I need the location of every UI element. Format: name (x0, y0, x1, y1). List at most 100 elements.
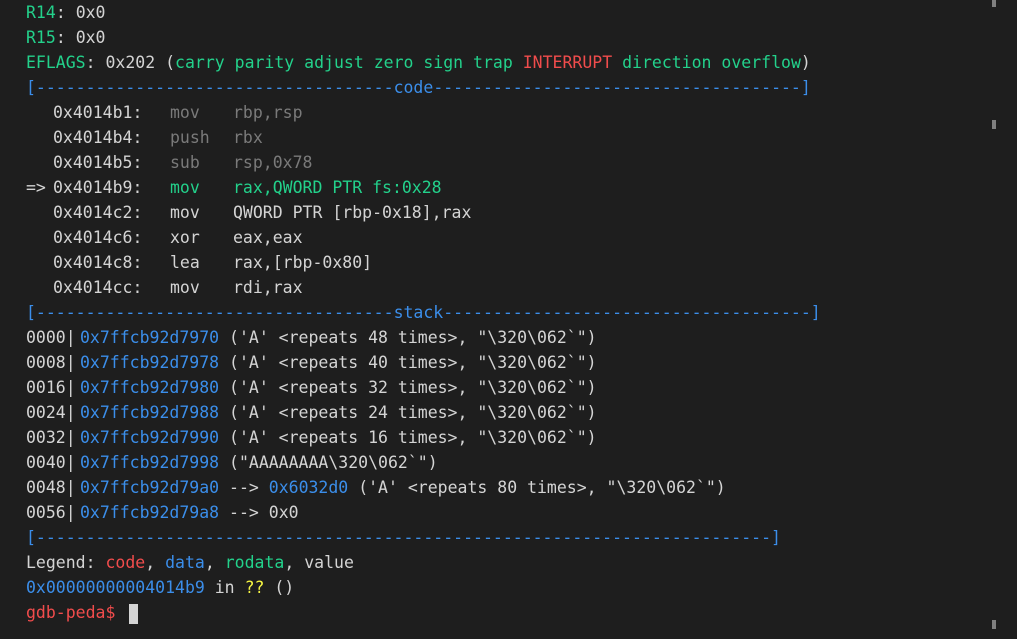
stack-offset: 0056| (26, 503, 76, 522)
legend-sep: , (284, 553, 305, 572)
stack-value: ('A' <repeats 48 times>, "\320\062`") (229, 328, 597, 347)
instruction-address: 0x4014c8: (53, 253, 143, 272)
code-line: 0x4014c2: mov QWORD PTR [rbp-0x18],rax (26, 200, 986, 225)
section-title: code (393, 78, 434, 97)
text-cursor[interactable] (129, 603, 139, 624)
register-line-eflags: EFLAGS: 0x202 (carry parity adjust zero … (26, 50, 986, 75)
stack-offset: 0040| (26, 453, 76, 472)
prompt-line[interactable]: gdb-peda$ (26, 600, 986, 625)
stack-address: 0x7ffcb92d7998 (80, 453, 220, 472)
location-line: 0x00000000004014b9 in ?? () (26, 575, 986, 600)
register-name: R15 (26, 28, 56, 47)
stack-offset: 0048| (26, 478, 76, 497)
stack-offset: 0000| (26, 328, 76, 347)
stack-line: 0000| 0x7ffcb92d7970 ('A' <repeats 48 tim… (26, 325, 986, 350)
stack-value: ("AAAAAAAA\320\062`") (229, 453, 438, 472)
instruction-address: 0x4014c2: (53, 203, 143, 222)
code-line: 0x4014c8: lea rax,[rbp-0x80] (26, 250, 986, 275)
terminal[interactable]: R14: 0x0 R15: 0x0 EFLAGS: 0x202 (carry p… (26, 0, 986, 625)
stack-address: 0x7ffcb92d7970 (80, 328, 220, 347)
current-instruction-arrow: => (26, 178, 46, 197)
register-name: R14 (26, 3, 56, 22)
register-line-r14: R14: 0x0 (26, 0, 986, 25)
stack-address: 0x7ffcb92d7990 (80, 428, 220, 447)
register-sep: : (85, 53, 106, 72)
instruction-address: 0x4014b5: (53, 153, 143, 172)
stack-offset: 0032| (26, 428, 76, 447)
stack-line: 0016| 0x7ffcb92d7980 ('A' <repeats 32 tim… (26, 375, 986, 400)
legend-sep: , (145, 553, 166, 572)
instruction-operands: eax,eax (233, 228, 303, 247)
pointer-target: 0x6032d0 (268, 478, 349, 497)
legend-label: Legend: (26, 553, 106, 572)
eflags-set-flag: INTERRUPT (522, 53, 613, 72)
stack-address: 0x7ffcb92d79a8 (80, 503, 220, 522)
stack-address: 0x7ffcb92d7978 (80, 353, 220, 372)
eflags-value: 0x202 ( (105, 53, 176, 72)
rule-right: -------------------------------------] (433, 78, 811, 97)
rule-right: -------------------------------------] (443, 303, 821, 322)
instruction-mnemonic: mov (170, 278, 200, 297)
instruction-mnemonic: mov (170, 178, 200, 197)
stack-value: ('A' <repeats 32 times>, "\320\062`") (229, 378, 597, 397)
instruction-address: 0x4014cc: (53, 278, 143, 297)
stack-address: 0x7ffcb92d7988 (80, 403, 220, 422)
code-section-header: [------------------------------------cod… (26, 75, 986, 100)
stack-address: 0x7ffcb92d79a0 (80, 478, 220, 497)
stack-listing: 0000| 0x7ffcb92d7970 ('A' <repeats 48 tim… (26, 325, 986, 525)
register-sep: : (55, 28, 76, 47)
pointer-arrow: --> (229, 503, 259, 522)
footer-rule: [---------------------------------------… (26, 528, 781, 547)
instruction-mnemonic: mov (170, 203, 200, 222)
instruction-operands: rax,[rbp-0x80] (233, 253, 373, 272)
eflags-clear-flags: carry parity adjust zero sign trap (175, 53, 513, 72)
legend-code: code (105, 553, 146, 572)
code-line: 0x4014cc: mov rdi,rax (26, 275, 986, 300)
stack-address: 0x7ffcb92d7980 (80, 378, 220, 397)
instruction-address: 0x4014b1: (53, 103, 143, 122)
stack-line: 0040| 0x7ffcb92d7998 ("AAAAAAAA\320\062`"… (26, 450, 986, 475)
legend-rodata: rodata (224, 553, 285, 572)
eflags-close: ) (800, 53, 811, 72)
rule-left: [------------------------------------ (26, 78, 394, 97)
instruction-address: 0x4014b4: (53, 128, 143, 147)
instruction-mnemonic: push (170, 128, 210, 147)
legend-sep: , (204, 553, 225, 572)
register-value: 0x0 (75, 28, 106, 47)
instruction-operands: rax,QWORD PTR fs:0x28 (233, 178, 442, 197)
stack-value: ('A' <repeats 80 times>, "\320\062`") (358, 478, 726, 497)
location-address: 0x00000000004014b9 (26, 578, 205, 597)
instruction-address: 0x4014c6: (53, 228, 143, 247)
stack-line: 0048| 0x7ffcb92d79a0 --> 0x6032d0 ('A' <r… (26, 475, 986, 500)
instruction-operands: rdi,rax (233, 278, 303, 297)
scrollbar-thumb[interactable] (992, 0, 996, 7)
stack-value: 0x0 (268, 503, 299, 522)
scrollbar-marker-bottom (992, 620, 996, 629)
code-listing: 0x4014b1: mov rbp,rsp 0x4014b4: push rbx 0x401… (26, 100, 986, 300)
rule-left: [------------------------------------ (26, 303, 394, 322)
legend-line: Legend: code, data, rodata, value (26, 550, 986, 575)
pointer-arrow: --> (229, 478, 259, 497)
code-line: 0x4014b5: sub rsp,0x78 (26, 150, 986, 175)
stack-line: 0008| 0x7ffcb92d7978 ('A' <repeats 40 tim… (26, 350, 986, 375)
stack-value: ('A' <repeats 16 times>, "\320\062`") (229, 428, 597, 447)
stack-line: 0032| 0x7ffcb92d7990 ('A' <repeats 16 tim… (26, 425, 986, 450)
stack-offset: 0008| (26, 353, 76, 372)
register-sep: : (55, 3, 76, 22)
instruction-operands: QWORD PTR [rbp-0x18],rax (233, 203, 472, 222)
instruction-operands: rbx (233, 128, 263, 147)
stack-line: 0024| 0x7ffcb92d7988 ('A' <repeats 24 tim… (26, 400, 986, 425)
location-args: () (264, 578, 295, 597)
stack-line: 0056| 0x7ffcb92d79a8 --> 0x0 (26, 500, 986, 525)
location-in: in (204, 578, 245, 597)
instruction-mnemonic: lea (170, 253, 200, 272)
code-line: 0x4014b4: push rbx (26, 125, 986, 150)
instruction-operands: rsp,0x78 (233, 153, 313, 172)
register-value: 0x0 (75, 3, 106, 22)
register-name: EFLAGS (26, 53, 86, 72)
scrollbar-marker (992, 120, 996, 129)
legend-value: value (304, 553, 354, 572)
instruction-mnemonic: mov (170, 103, 200, 122)
stack-value: ('A' <repeats 40 times>, "\320\062`") (229, 353, 597, 372)
instruction-mnemonic: sub (170, 153, 200, 172)
